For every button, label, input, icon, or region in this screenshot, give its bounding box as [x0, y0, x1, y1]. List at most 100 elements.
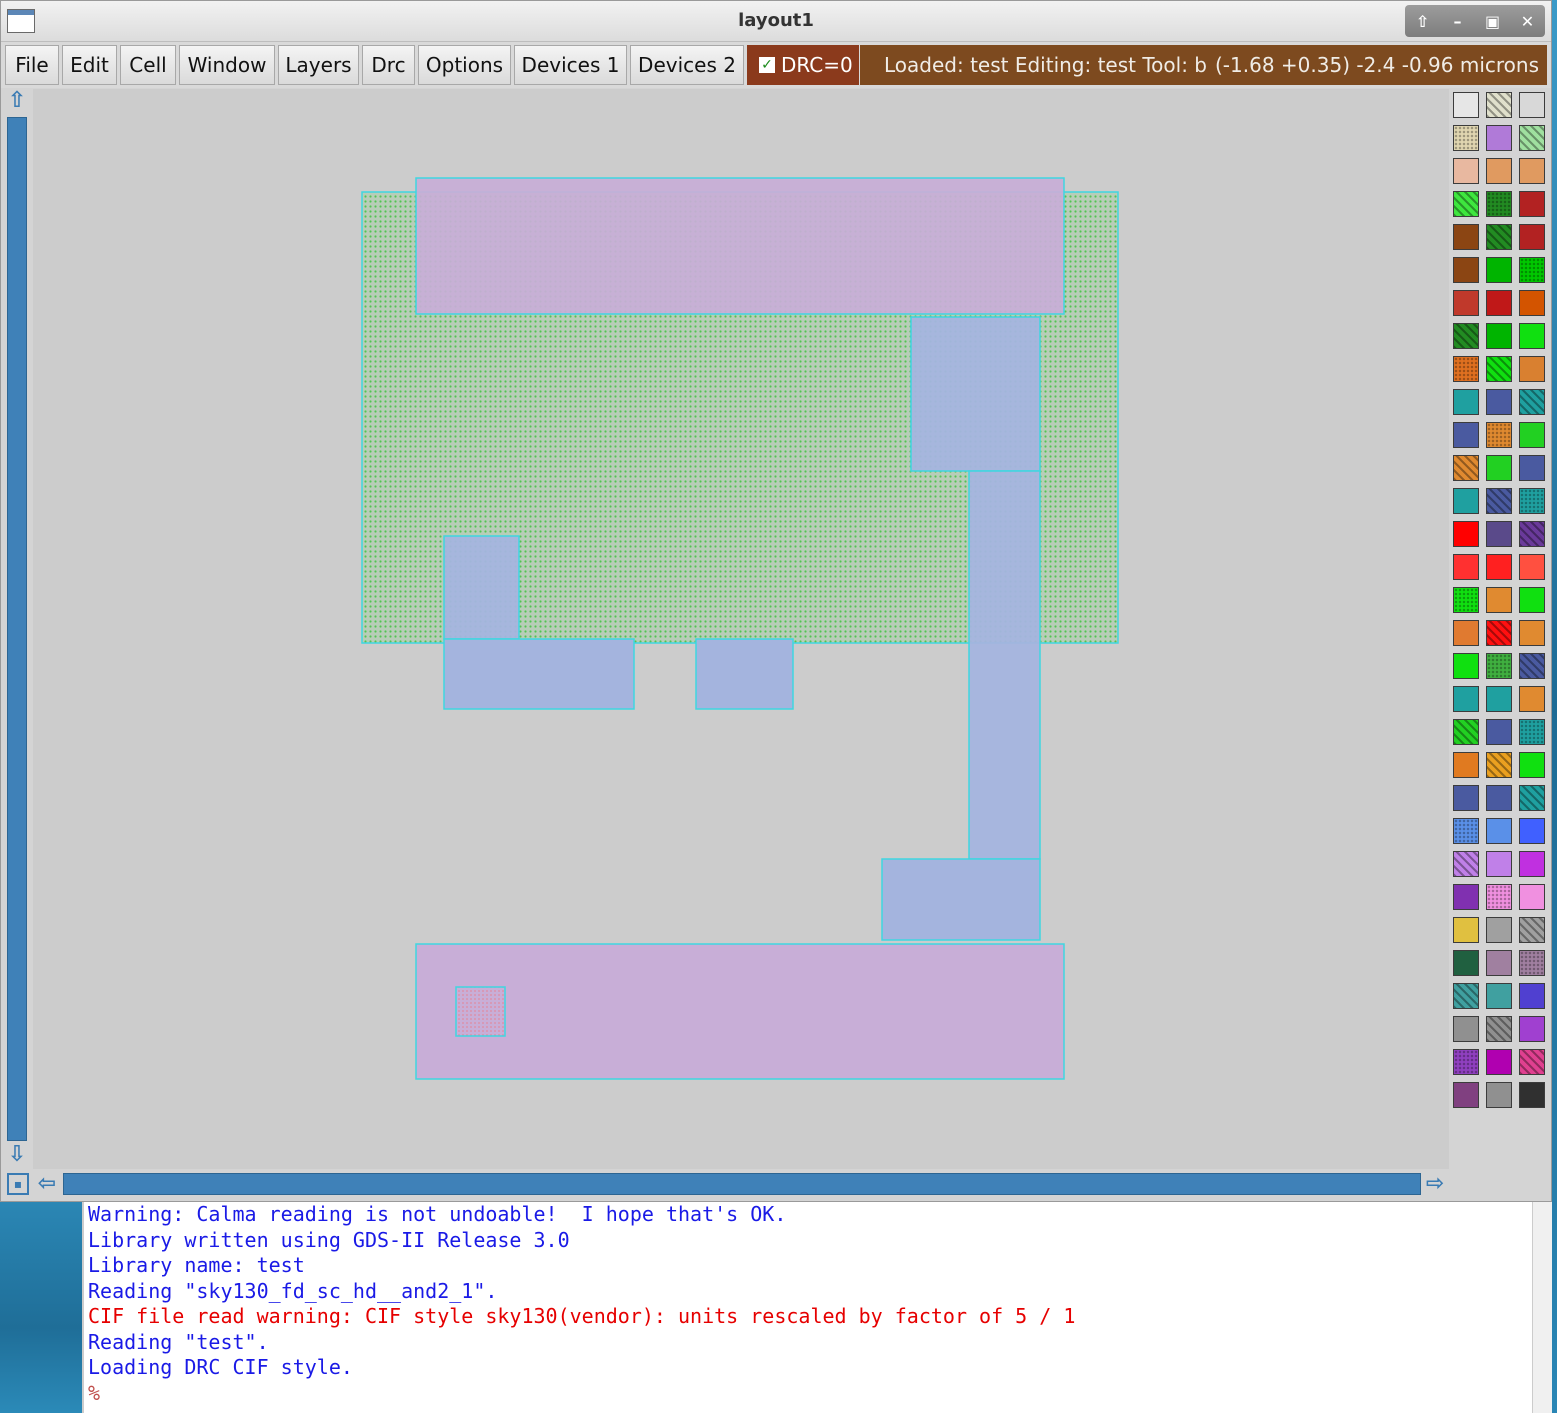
- layer-swatch[interactable]: [1486, 521, 1512, 547]
- layer-swatch[interactable]: [1486, 653, 1512, 679]
- horizontal-scrollbar[interactable]: ▪ ⇦ ⇨: [5, 1171, 1449, 1199]
- layer-swatch[interactable]: [1486, 191, 1512, 217]
- layer-swatch[interactable]: [1486, 686, 1512, 712]
- layer-swatch[interactable]: [1519, 620, 1545, 646]
- layer-swatch[interactable]: [1519, 92, 1545, 118]
- vertical-scrollbar[interactable]: ⇧ ⇩: [5, 89, 31, 1171]
- metal-left-stub[interactable]: [443, 535, 520, 640]
- layer-swatch[interactable]: [1486, 125, 1512, 151]
- layer-swatch[interactable]: [1486, 620, 1512, 646]
- layer-swatch[interactable]: [1453, 917, 1479, 943]
- layer-swatch[interactable]: [1486, 719, 1512, 745]
- layer-swatch[interactable]: [1453, 950, 1479, 976]
- layer-swatch[interactable]: [1519, 422, 1545, 448]
- layer-swatch[interactable]: [1519, 752, 1545, 778]
- menu-window[interactable]: Window: [179, 45, 275, 85]
- layer-swatch[interactable]: [1519, 1016, 1545, 1042]
- menu-options[interactable]: Options: [418, 45, 511, 85]
- close-icon[interactable]: ✕: [1516, 12, 1540, 31]
- layer-swatch[interactable]: [1519, 1082, 1545, 1108]
- layer-swatch[interactable]: [1453, 125, 1479, 151]
- layer-swatch[interactable]: [1486, 851, 1512, 877]
- title-bar[interactable]: layout1 ⇧ – ▣ ✕: [1, 1, 1551, 42]
- layer-swatch[interactable]: [1519, 917, 1545, 943]
- zoom-box-icon[interactable]: ▪: [7, 1173, 29, 1195]
- menu-edit[interactable]: Edit: [62, 45, 117, 85]
- layer-swatch[interactable]: [1453, 785, 1479, 811]
- metal-lower-right[interactable]: [881, 858, 1041, 941]
- layer-swatch[interactable]: [1519, 818, 1545, 844]
- layer-swatch[interactable]: [1519, 488, 1545, 514]
- layer-swatch[interactable]: [1519, 983, 1545, 1009]
- layer-swatch[interactable]: [1486, 1082, 1512, 1108]
- metal-right-upper[interactable]: [910, 316, 1041, 472]
- menu-drc[interactable]: Drc: [362, 45, 415, 85]
- horizontal-scroll-thumb[interactable]: [63, 1173, 1421, 1195]
- layer-swatch[interactable]: [1519, 323, 1545, 349]
- layout-canvas[interactable]: [33, 89, 1449, 1169]
- layer-swatch[interactable]: [1453, 818, 1479, 844]
- layer-swatch[interactable]: [1486, 818, 1512, 844]
- metal-right-vertical[interactable]: [968, 470, 1041, 860]
- layer-swatch[interactable]: [1453, 257, 1479, 283]
- menu-devices-1[interactable]: Devices 1: [514, 45, 627, 85]
- command-console[interactable]: Warning: Calma reading is not undoable! …: [82, 1202, 1532, 1413]
- layer-swatch[interactable]: [1519, 851, 1545, 877]
- layer-swatch[interactable]: [1453, 356, 1479, 382]
- layer-swatch[interactable]: [1519, 653, 1545, 679]
- layer-swatch[interactable]: [1519, 389, 1545, 415]
- layer-swatch[interactable]: [1486, 785, 1512, 811]
- layer-swatch[interactable]: [1519, 719, 1545, 745]
- layer-swatch[interactable]: [1453, 554, 1479, 580]
- layer-swatch[interactable]: [1486, 587, 1512, 613]
- layer-swatch[interactable]: [1453, 521, 1479, 547]
- layer-swatch[interactable]: [1519, 950, 1545, 976]
- layer-swatch[interactable]: [1486, 752, 1512, 778]
- metal-left-base[interactable]: [443, 638, 635, 710]
- layer-swatch[interactable]: [1486, 257, 1512, 283]
- layer-swatch[interactable]: [1519, 191, 1545, 217]
- layer-swatch[interactable]: [1453, 620, 1479, 646]
- layer-swatch[interactable]: [1519, 587, 1545, 613]
- layer-swatch[interactable]: [1486, 224, 1512, 250]
- layer-swatch[interactable]: [1453, 1016, 1479, 1042]
- checkbox-checked-icon[interactable]: ✓: [759, 57, 775, 73]
- layer-swatch[interactable]: [1453, 323, 1479, 349]
- layer-swatch[interactable]: [1453, 422, 1479, 448]
- layer-swatch[interactable]: [1519, 158, 1545, 184]
- layer-swatch[interactable]: [1453, 389, 1479, 415]
- layer-swatch[interactable]: [1486, 1016, 1512, 1042]
- layer-swatch[interactable]: [1486, 950, 1512, 976]
- layer-swatch[interactable]: [1453, 191, 1479, 217]
- poly-bottom-bar[interactable]: [415, 943, 1065, 1080]
- layer-swatch[interactable]: [1486, 884, 1512, 910]
- layer-swatch[interactable]: [1453, 851, 1479, 877]
- minimize-icon[interactable]: –: [1446, 12, 1470, 31]
- scroll-left-arrow-icon[interactable]: ⇦: [35, 1172, 59, 1196]
- layout-drawing[interactable]: [33, 89, 1449, 1169]
- layer-swatch[interactable]: [1486, 488, 1512, 514]
- layer-swatch[interactable]: [1519, 455, 1545, 481]
- poly-top-bar[interactable]: [415, 177, 1065, 315]
- scroll-down-arrow-icon[interactable]: ⇩: [5, 1143, 29, 1167]
- metal-middle-square[interactable]: [695, 638, 794, 710]
- layer-swatch[interactable]: [1519, 1049, 1545, 1075]
- menu-file[interactable]: File: [5, 45, 59, 85]
- layer-swatch[interactable]: [1453, 653, 1479, 679]
- layer-swatch[interactable]: [1519, 290, 1545, 316]
- menu-devices-2[interactable]: Devices 2: [630, 45, 744, 85]
- layer-swatch[interactable]: [1486, 389, 1512, 415]
- console-scrollbar[interactable]: [1532, 1202, 1552, 1413]
- layer-swatch[interactable]: [1519, 224, 1545, 250]
- layer-swatch[interactable]: [1519, 521, 1545, 547]
- layer-swatch[interactable]: [1453, 92, 1479, 118]
- layer-swatch[interactable]: [1486, 92, 1512, 118]
- layer-swatch[interactable]: [1486, 356, 1512, 382]
- layer-swatch[interactable]: [1486, 290, 1512, 316]
- layer-swatch[interactable]: [1453, 455, 1479, 481]
- layer-swatch[interactable]: [1519, 356, 1545, 382]
- layer-swatch[interactable]: [1453, 752, 1479, 778]
- up-icon[interactable]: ⇧: [1411, 12, 1435, 31]
- layer-swatch[interactable]: [1519, 785, 1545, 811]
- layer-swatch[interactable]: [1453, 884, 1479, 910]
